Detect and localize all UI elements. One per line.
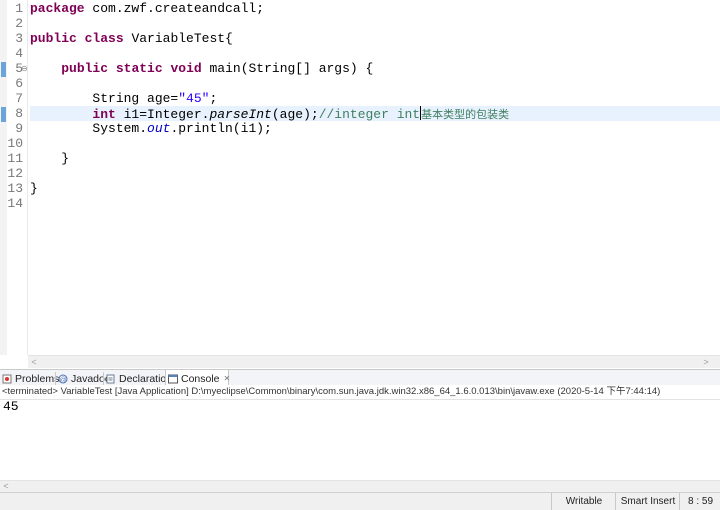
method-name: parseInt (209, 107, 272, 122)
writable-status: Writable (551, 493, 616, 510)
line-number: 14 (7, 196, 23, 211)
code-text: } (61, 151, 70, 166)
javadoc-icon: @ (58, 374, 68, 384)
keyword: package (30, 1, 85, 16)
line-number: 8 (15, 106, 23, 121)
keyword: void (170, 61, 202, 76)
code-line[interactable]: System.out.println(i1); (30, 121, 720, 136)
code-line[interactable]: String age="45"; (30, 91, 720, 106)
comment: //integer int (318, 107, 421, 122)
code-line[interactable]: } (30, 181, 720, 196)
change-marker (1, 107, 6, 122)
line-number: 12 (7, 166, 23, 181)
scroll-right-icon[interactable]: > (700, 357, 712, 368)
close-icon[interactable]: ✕ (224, 374, 231, 383)
code-text: System. (92, 121, 148, 136)
insert-mode-status: Smart Insert (615, 493, 680, 510)
keyword: class (84, 31, 124, 46)
code-text: ; (209, 91, 218, 106)
field-name: out (147, 121, 171, 136)
line-number: 6 (15, 76, 23, 91)
line-number: 13 (7, 181, 23, 196)
overview-ruler (0, 0, 7, 355)
code-text: com.zwf.createandcall; (84, 1, 265, 16)
line-number: 9 (15, 121, 23, 136)
code-text: i1=Integer. (115, 107, 210, 122)
code-text: .println(i1); (170, 121, 272, 136)
scroll-left-icon[interactable]: < (0, 481, 12, 492)
current-code-line[interactable]: int i1=Integer.parseInt(age);//integer i… (30, 106, 720, 122)
console-output-text: 45 (3, 399, 19, 414)
keyword: public (30, 31, 77, 46)
code-line[interactable]: package com.zwf.createandcall; (30, 1, 720, 16)
status-bar: Writable Smart Insert 8 : 59 (0, 492, 720, 510)
code-text: VariableTest{ (123, 31, 233, 46)
line-number: 3 (15, 31, 23, 46)
line-number: 7 (15, 91, 23, 106)
svg-text:@: @ (59, 377, 66, 384)
cursor-position: 8 : 59 (679, 493, 720, 510)
console-process-status: <terminated> VariableTest [Java Applicat… (0, 385, 720, 400)
line-number: 4 (15, 46, 23, 61)
line-number-gutter: 1 2 3 4 5 6 7 8 9 10 11 12 13 14 (7, 0, 27, 355)
line-number: 2 (15, 16, 23, 31)
code-editor[interactable]: 1 2 3 4 5 6 7 8 9 10 11 12 13 14 ⊖ packa… (0, 0, 720, 368)
code-text: } (30, 181, 38, 196)
string-literal: "45" (178, 91, 210, 106)
tab-label: Problems (15, 372, 60, 385)
keyword: static (115, 61, 163, 76)
code-line[interactable]: public class VariableTest{ (30, 31, 720, 46)
problems-icon (2, 374, 12, 384)
code-line[interactable]: } (30, 151, 720, 166)
tab-label: Console (181, 372, 220, 385)
scroll-left-icon[interactable]: < (28, 357, 40, 368)
line-number: 10 (7, 136, 23, 151)
code-text: (age); (271, 107, 319, 122)
console-icon (168, 374, 178, 384)
fold-icon[interactable]: ⊖ (21, 64, 30, 73)
code-text: main(String[] args) { (201, 61, 374, 76)
code-text: String age= (92, 91, 179, 106)
comment: 基本类型的包装类 (421, 108, 510, 121)
keyword: int (92, 107, 116, 122)
change-marker (1, 62, 6, 77)
editor-horizontal-scrollbar[interactable]: < > (28, 355, 720, 368)
keyword: public (61, 61, 109, 76)
code-line[interactable]: public static void main(String[] args) { (30, 61, 720, 76)
declaration-icon (106, 374, 116, 384)
line-number: 1 (15, 1, 23, 16)
line-number: 11 (7, 151, 23, 166)
fold-area (27, 0, 28, 355)
console-output-area[interactable]: 45 (0, 400, 720, 480)
